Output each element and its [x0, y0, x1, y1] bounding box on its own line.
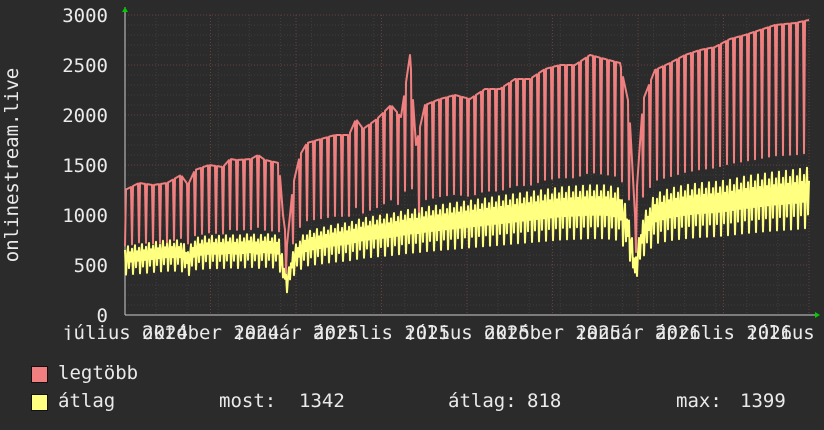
stat-now-value: 1342 — [299, 390, 345, 412]
legend-swatch-max — [31, 366, 48, 383]
stat-avg-value: 818 — [527, 390, 562, 412]
stat-now-label: most: — [219, 390, 277, 412]
y-tick-label: 1500 — [62, 155, 108, 177]
legend-swatch-avg — [31, 394, 48, 411]
y-tick-label: 500 — [74, 255, 108, 277]
y-tick-label: 2500 — [62, 55, 108, 77]
stat-max-value: 1399 — [740, 390, 786, 412]
line-chart: 050010001500200025003000onlinestream.liv… — [1, 5, 824, 340]
legend-label-avg: átlag — [58, 390, 116, 412]
y-axis-arrow — [122, 7, 128, 12]
y-axis-label: onlinestream.live — [1, 68, 23, 262]
y-tick-label: 2000 — [62, 105, 108, 127]
x-tick-label: július 2026 — [746, 322, 824, 340]
x-axis-arrow — [815, 312, 820, 318]
legend-label-max: legtöbb — [58, 362, 139, 384]
stat-max-label: max: — [676, 390, 722, 412]
y-tick-label: 1000 — [62, 205, 108, 227]
chart-panel: 0 500 1000 1500 2000 2500 3000 onlinestream.liv… — [0, 0, 824, 430]
y-tick-label: 3000 — [62, 5, 108, 27]
stat-avg-label: átlag: — [448, 390, 517, 412]
